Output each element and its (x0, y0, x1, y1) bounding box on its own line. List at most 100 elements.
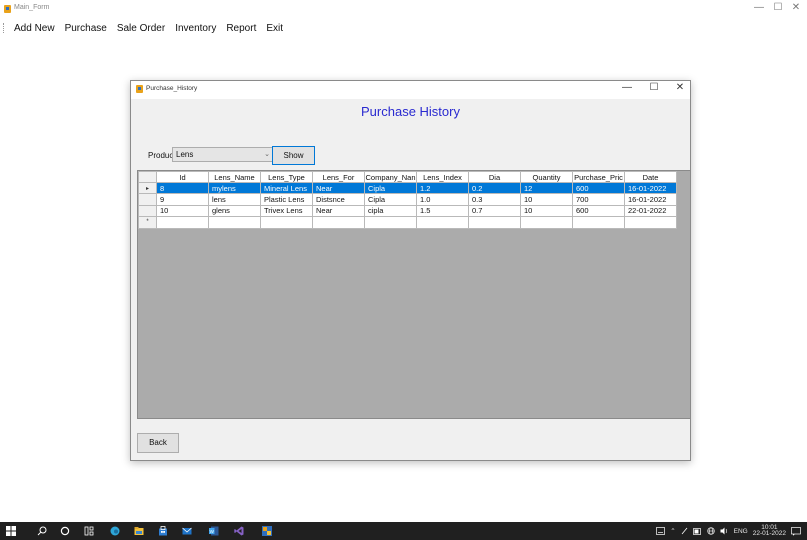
file-explorer-icon[interactable] (134, 526, 144, 536)
menu-exit[interactable]: Exit (261, 23, 288, 34)
table-cell[interactable]: 10 (520, 204, 573, 218)
table-cell[interactable]: 1.2 (416, 181, 469, 195)
menu-report[interactable]: Report (221, 23, 261, 34)
table-cell[interactable] (364, 216, 417, 229)
notification-icon[interactable] (791, 526, 801, 536)
table-cell[interactable] (416, 216, 469, 229)
task-view-icon[interactable] (84, 526, 94, 536)
table-row[interactable]: 10 glens Trivex Lens Near cipla 1.5 0.7 10 600 22… (138, 204, 677, 218)
table-row[interactable]: 9 lens Plastic Lens Distsnce Cipla 1.0 0.3 10 70… (138, 193, 677, 206)
column-header[interactable]: Quantity (520, 171, 573, 183)
table-cell[interactable] (208, 216, 261, 229)
column-header[interactable]: Id (156, 171, 209, 183)
table-cell[interactable]: cipla (364, 204, 417, 218)
menu-add-new[interactable]: Add New (9, 23, 60, 34)
search-icon[interactable] (37, 526, 47, 536)
row-header[interactable] (138, 193, 157, 206)
dialog-minimize-button[interactable]: — (619, 82, 635, 93)
column-header[interactable]: Lens_Name (208, 171, 261, 183)
volume-icon[interactable] (720, 527, 729, 535)
table-cell[interactable]: 0.3 (468, 193, 521, 206)
product-select[interactable]: Lens ⌄ (172, 147, 274, 162)
table-header-row: Id Lens_Name Lens_Type Lens_For Company_Nan L… (138, 171, 677, 183)
clock-date: 22-01-2022 (752, 530, 786, 537)
table-cell[interactable] (624, 216, 677, 229)
table-cell[interactable]: 0.2 (468, 181, 521, 195)
table-cell[interactable]: Near (312, 204, 365, 218)
table-cell[interactable]: lens (208, 193, 261, 206)
language-indicator[interactable]: ENG (734, 528, 748, 535)
column-header[interactable]: Lens_Type (260, 171, 313, 183)
main-minimize-button[interactable]: — (752, 2, 766, 13)
table-cell[interactable]: Trivex Lens (260, 204, 313, 218)
column-header[interactable]: Purchase_Pric (572, 171, 625, 183)
row-header[interactable] (138, 204, 157, 218)
store-icon[interactable] (158, 526, 168, 536)
table-cell[interactable]: Near (312, 181, 365, 195)
table-cell[interactable]: 1.0 (416, 193, 469, 206)
purchase-grid[interactable]: Id Lens_Name Lens_Type Lens_For Company_Nan L… (137, 170, 691, 419)
table-cell[interactable]: Plastic Lens (260, 193, 313, 206)
battery-icon[interactable] (692, 527, 702, 535)
menu-bar: Add New Purchase Sale Order Inventory Re… (0, 19, 288, 37)
table-cell[interactable] (572, 216, 625, 229)
table-cell[interactable]: mylens (208, 181, 261, 195)
table-cell[interactable]: 16-01-2022 (624, 193, 677, 206)
dialog-titlebar[interactable]: Purchase_History — ☐ ✕ (131, 81, 690, 99)
cortana-icon[interactable] (60, 526, 70, 536)
table-cell[interactable] (468, 216, 521, 229)
column-header[interactable]: Lens_Index (416, 171, 469, 183)
table-cell[interactable] (520, 216, 573, 229)
table-cell[interactable]: 600 (572, 204, 625, 218)
row-header[interactable]: ▸ (138, 181, 157, 195)
clock[interactable]: 10:01 22-01-2022 (752, 524, 786, 537)
dialog-close-button[interactable]: ✕ (672, 82, 688, 93)
table-cell[interactable]: 10 (156, 204, 209, 218)
table-cell[interactable]: 600 (572, 181, 625, 195)
column-header[interactable]: Lens_For (312, 171, 365, 183)
mail-icon[interactable] (182, 526, 192, 536)
visual-studio-icon[interactable] (234, 526, 244, 536)
table-cell[interactable]: 700 (572, 193, 625, 206)
table-cell[interactable]: Cipla (364, 193, 417, 206)
table-cell[interactable] (260, 216, 313, 229)
table-cell[interactable] (312, 216, 365, 229)
keyboard-icon[interactable] (656, 527, 666, 535)
menu-sale-order[interactable]: Sale Order (112, 23, 170, 34)
column-header[interactable]: Date (624, 171, 677, 183)
show-button[interactable]: Show (272, 146, 315, 165)
dialog-maximize-button[interactable]: ☐ (646, 82, 662, 93)
table-cell[interactable]: 8 (156, 181, 209, 195)
app-icon[interactable] (262, 526, 272, 536)
edge-icon[interactable] (110, 526, 120, 536)
menu-purchase[interactable]: Purchase (60, 23, 112, 34)
menu-inventory[interactable]: Inventory (170, 23, 221, 34)
table-cell[interactable]: glens (208, 204, 261, 218)
main-close-button[interactable]: ✕ (789, 2, 803, 13)
table-cell[interactable]: 9 (156, 193, 209, 206)
table-row[interactable]: ▸ 8 mylens Mineral Lens Near Cipla 1.2 0.2 12 600… (138, 181, 677, 195)
table-cell[interactable]: 22-01-2022 (624, 204, 677, 218)
chevron-down-icon[interactable]: ⌄ (264, 148, 270, 161)
column-header[interactable]: Dia (468, 171, 521, 183)
table-cell[interactable]: 1.5 (416, 204, 469, 218)
column-header[interactable]: Company_Nan (364, 171, 417, 183)
back-button[interactable]: Back (137, 433, 179, 453)
table-cell[interactable]: 10 (520, 193, 573, 206)
main-maximize-button[interactable]: ☐ (771, 2, 785, 13)
table-cell[interactable]: Cipla (364, 181, 417, 195)
table-cell[interactable]: 12 (520, 181, 573, 195)
pen-icon[interactable] (681, 527, 688, 535)
windows-icon[interactable] (6, 526, 16, 536)
main-window-title: Main_Form (14, 4, 50, 11)
table-cell[interactable]: 0.7 (468, 204, 521, 218)
table-cell[interactable]: Mineral Lens (260, 181, 313, 195)
chevron-up-icon[interactable]: ⌃ (670, 527, 675, 535)
table-cell[interactable] (156, 216, 209, 229)
table-cell[interactable]: Distsnce (312, 193, 365, 206)
row-header[interactable]: * (138, 216, 157, 229)
word-icon[interactable]: W (209, 526, 219, 536)
network-icon[interactable] (707, 527, 715, 535)
table-cell[interactable]: 16-01-2022 (624, 181, 677, 195)
new-row[interactable]: * (138, 216, 677, 229)
